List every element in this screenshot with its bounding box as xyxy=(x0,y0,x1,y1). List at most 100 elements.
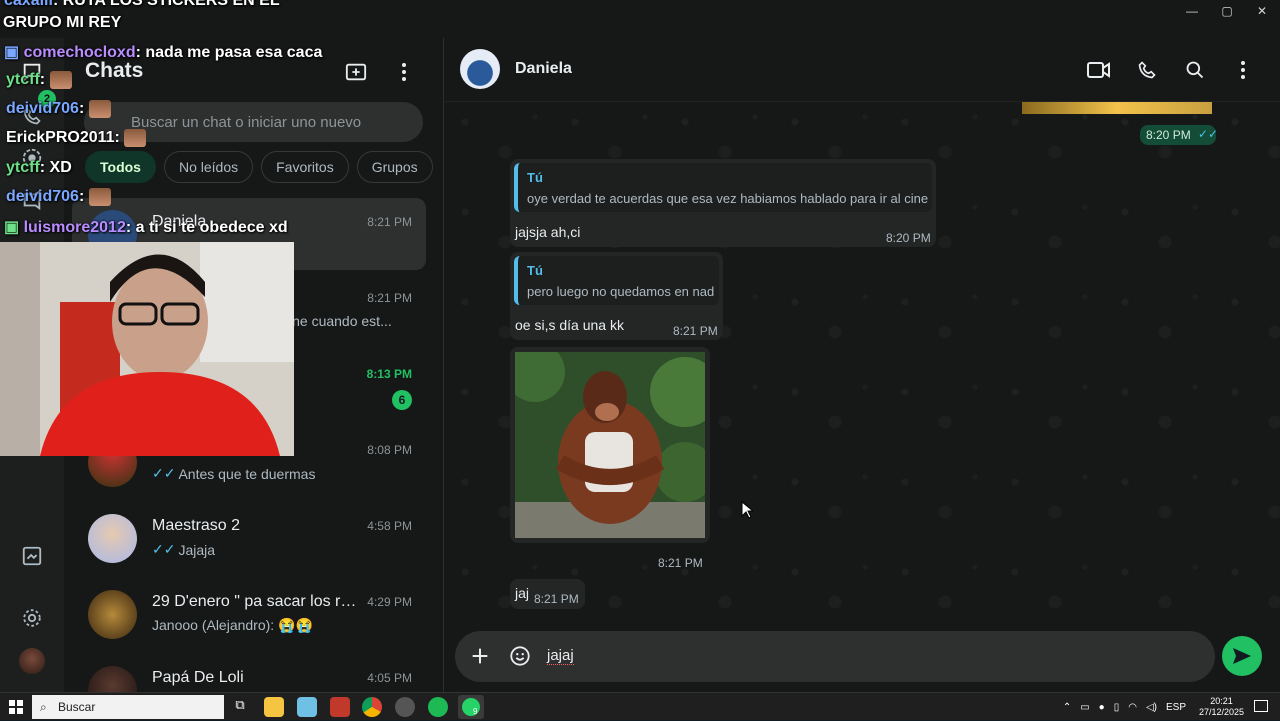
conversation-header: Daniela xyxy=(445,38,1280,102)
chat-time: 8:21 PM xyxy=(367,291,412,305)
avatar xyxy=(88,666,137,692)
channels-icon[interactable] xyxy=(20,188,44,212)
incoming-message[interactable]: jaj 8:21 PM xyxy=(510,579,585,609)
quoted-message[interactable]: Tú oye verdad te acuerdas que esa vez ha… xyxy=(514,163,932,212)
image-time-label: 8:21 PM xyxy=(658,556,703,570)
whatsapp-badge: 9 xyxy=(473,707,478,716)
chat-time: 8:21 PM xyxy=(367,215,412,229)
status-icon[interactable] xyxy=(20,146,44,170)
chrome-icon[interactable] xyxy=(362,697,382,717)
message-time: 8:20 PM xyxy=(1146,128,1191,142)
minimize-button[interactable]: — xyxy=(1175,0,1209,22)
quote-author: Tú xyxy=(527,263,543,278)
incoming-image-message[interactable] xyxy=(510,347,710,543)
title-bar: — ▢ ✕ xyxy=(0,0,1280,38)
microphone-icon[interactable]: ● xyxy=(1099,702,1105,713)
message-text: oe si,s día una kk xyxy=(515,317,624,333)
send-button[interactable] xyxy=(1222,636,1262,676)
incoming-message[interactable]: Tú pero luego no quedamos en nad oe si,s… xyxy=(510,252,723,340)
battery-icon[interactable]: ▯ xyxy=(1114,702,1120,713)
double-check-icon: ✓✓ xyxy=(152,465,176,481)
clock-time: 20:21 xyxy=(1210,696,1233,706)
close-button[interactable]: ✕ xyxy=(1245,0,1279,22)
menu-dots-icon[interactable] xyxy=(1231,58,1255,82)
quoted-message[interactable]: Tú pero luego no quedamos en nad xyxy=(514,256,719,305)
quote-text: pero luego no quedamos en nad xyxy=(527,284,715,299)
chevron-up-icon[interactable]: ⌃ xyxy=(1063,702,1071,713)
chat-item-29-denero[interactable]: 29 D'enero " pa sacar los ret... 4:29 PM… xyxy=(72,578,426,650)
chat-time: 8:08 PM xyxy=(367,443,412,457)
chat-time: 4:29 PM xyxy=(367,595,412,609)
whatsapp-taskbar-button[interactable]: 9 xyxy=(458,695,484,719)
avatar xyxy=(88,590,137,639)
message-time: 8:20 PM xyxy=(886,231,931,245)
windows-start-icon[interactable] xyxy=(9,700,23,719)
sticker-emoji-icon[interactable] xyxy=(509,645,531,672)
chat-preview: Janooo (Alejandro): 😭😭 xyxy=(152,617,313,633)
message-text: jaj xyxy=(515,585,530,601)
orangutan-image[interactable] xyxy=(515,352,705,538)
menu-dots-icon[interactable] xyxy=(392,60,416,84)
outgoing-time-bubble: 8:20 PM ✓✓ xyxy=(1140,125,1218,145)
notifications-icon[interactable] xyxy=(1254,700,1268,712)
clock-date: 27/12/2025 xyxy=(1198,707,1244,717)
attach-plus-icon[interactable] xyxy=(469,645,491,672)
video-call-icon[interactable] xyxy=(1087,58,1111,82)
contact-avatar[interactable] xyxy=(460,49,500,89)
new-chat-icon[interactable] xyxy=(344,60,368,84)
obs-icon[interactable] xyxy=(395,697,415,717)
windows-taskbar: Buscar ⌕ ⧉ 9 ⌃ ▭ ● ▯ ◠ ◁) ESP 20:21 27/1… xyxy=(0,692,1280,720)
chat-preview: ✓✓ Jajaja xyxy=(152,541,215,558)
taskbar-search-input[interactable]: Buscar xyxy=(32,695,224,719)
chat-item-maestraso[interactable]: Maestraso 2 4:58 PM ✓✓ Jajaja xyxy=(72,502,426,574)
streamer-webcam-image xyxy=(0,242,294,456)
app-icon[interactable] xyxy=(330,697,350,717)
filter-favorites[interactable]: Favoritos xyxy=(261,151,349,183)
chat-time: 8:13 PM xyxy=(366,367,412,381)
chats-icon[interactable] xyxy=(20,60,44,84)
chat-name: Daniela xyxy=(152,213,207,230)
profile-avatar[interactable] xyxy=(19,648,45,674)
webcam-overlay xyxy=(0,242,294,456)
task-view-icon[interactable]: ⧉ xyxy=(230,697,250,717)
double-check-icon: ✓✓ xyxy=(152,541,176,557)
chat-preview: ✓✓ Antes que te duermas xyxy=(152,465,315,482)
incoming-message[interactable]: Tú oye verdad te acuerdas que esa vez ha… xyxy=(510,159,936,247)
search-input[interactable]: Buscar un chat o iniciar uno nuevo xyxy=(84,102,423,142)
media-gallery-icon[interactable] xyxy=(20,544,44,568)
chat-name: Maestraso 2 xyxy=(152,517,241,534)
app-icon[interactable] xyxy=(297,697,317,717)
quote-text: oye verdad te acuerdas que esa vez habia… xyxy=(527,191,929,206)
filter-all[interactable]: Todos xyxy=(85,151,156,183)
filter-chips: Todos No leídos Favoritos Grupos xyxy=(85,151,433,183)
message-composer[interactable]: jajaj xyxy=(455,631,1215,682)
voice-call-icon[interactable] xyxy=(1135,58,1159,82)
chat-item-papa-de-loli[interactable]: Papá De Loli 4:05 PM xyxy=(72,654,426,692)
search-icon[interactable] xyxy=(1183,58,1207,82)
volume-icon[interactable]: ◁) xyxy=(1146,702,1157,713)
mouse-cursor-icon xyxy=(741,501,753,519)
conversation-panel: Daniela 8:20 PM ✓✓ Tú oye verdad te acue… xyxy=(445,38,1280,692)
chat-time: 4:58 PM xyxy=(367,519,412,533)
quote-author: Tú xyxy=(527,170,543,185)
language-indicator[interactable]: ESP xyxy=(1166,702,1186,713)
file-explorer-icon[interactable] xyxy=(264,697,284,717)
network-icon[interactable]: ▭ xyxy=(1080,702,1089,713)
wifi-icon[interactable]: ◠ xyxy=(1128,702,1137,713)
maximize-button[interactable]: ▢ xyxy=(1210,0,1244,22)
filter-unread[interactable]: No leídos xyxy=(163,151,254,183)
taskbar-clock[interactable]: 20:21 27/12/2025 xyxy=(1199,696,1244,718)
chat-name: Papá De Loli xyxy=(152,669,244,686)
contact-name[interactable]: Daniela xyxy=(515,60,572,78)
calls-icon[interactable] xyxy=(20,104,44,128)
message-input[interactable]: jajaj xyxy=(547,647,574,665)
previous-image-message[interactable] xyxy=(1022,102,1212,114)
message-time: 8:21 PM xyxy=(673,324,718,338)
spotify-icon[interactable] xyxy=(428,697,448,717)
filter-groups[interactable]: Grupos xyxy=(356,151,433,183)
chat-time: 4:05 PM xyxy=(367,671,412,685)
chats-title: Chats xyxy=(85,59,144,82)
message-time: 8:21 PM xyxy=(534,592,579,606)
settings-gear-icon[interactable] xyxy=(20,606,44,630)
chat-name: 29 D'enero " pa sacar los ret... xyxy=(152,593,362,610)
